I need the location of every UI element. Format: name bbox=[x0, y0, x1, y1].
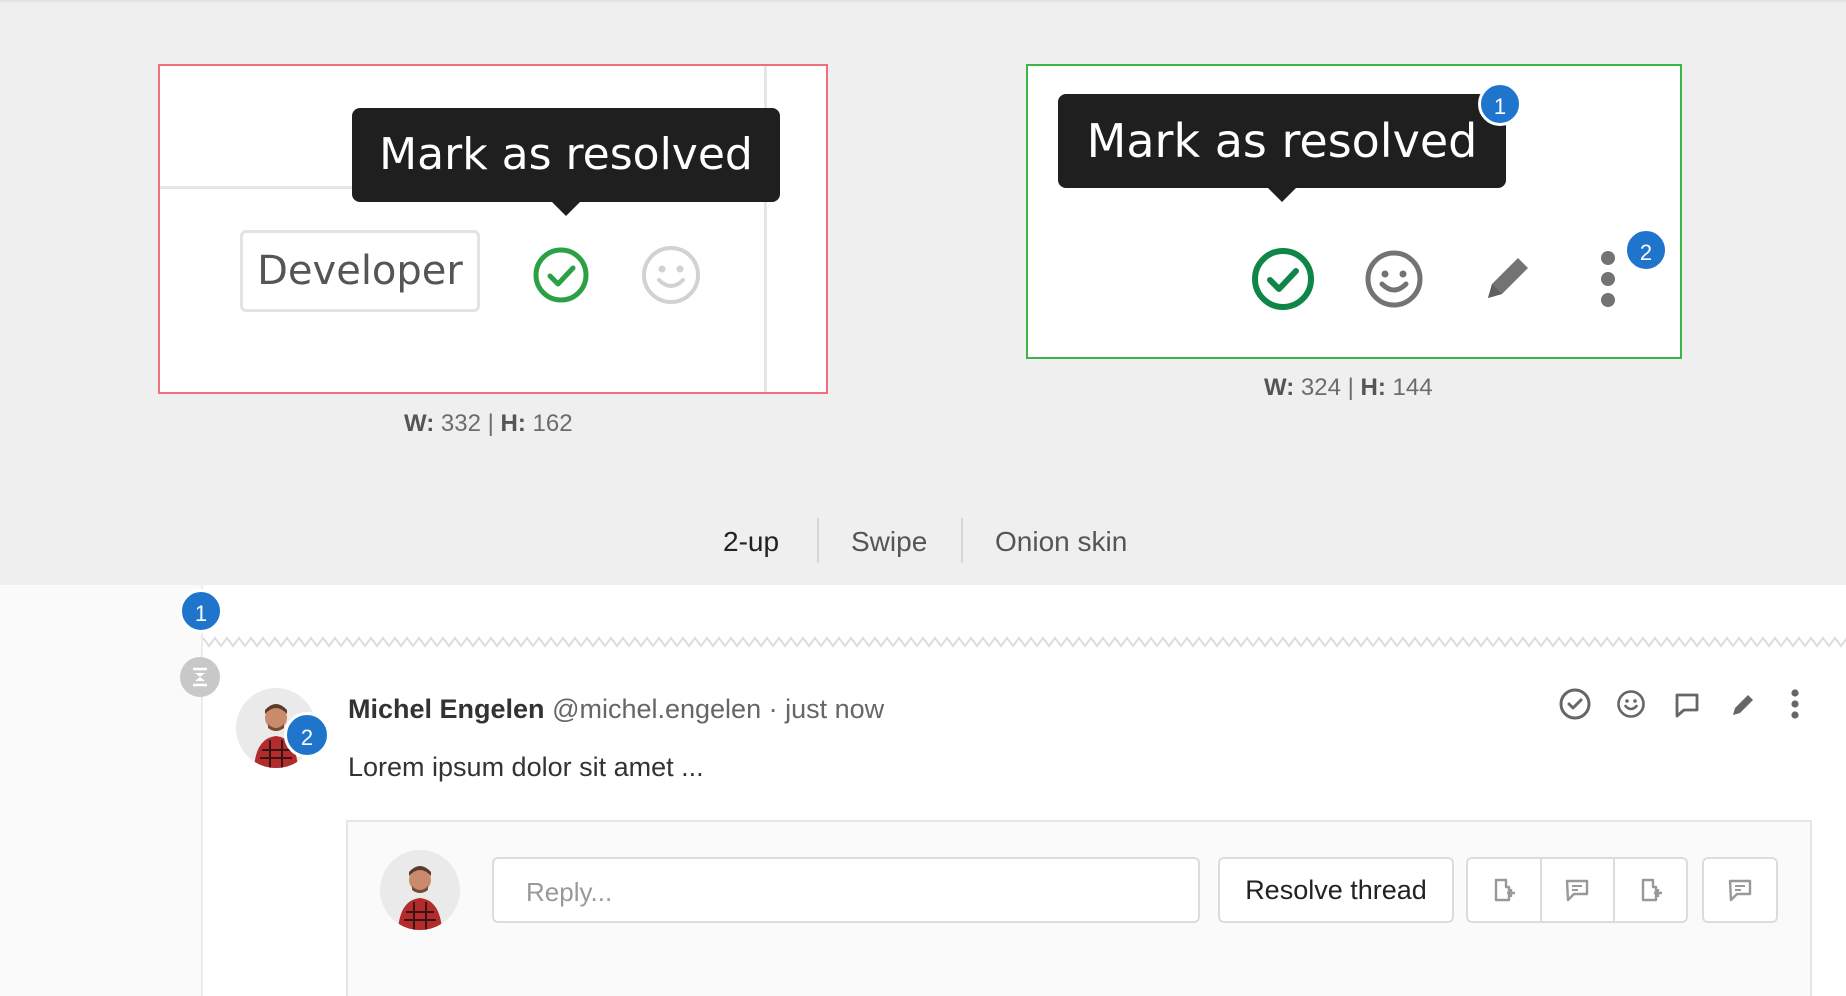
tooltip-mark-as-resolved: Mark as resolved bbox=[1058, 94, 1506, 202]
resolve-check-icon[interactable] bbox=[1556, 685, 1594, 723]
comment-body: Lorem ipsum dolor sit amet ... bbox=[348, 752, 704, 782]
dimension-separator: | bbox=[1347, 374, 1354, 401]
line-gutter bbox=[0, 585, 203, 996]
annotation-badge: 2 bbox=[1624, 228, 1668, 272]
new-image-frame: Mark as resolved bbox=[1026, 64, 1682, 359]
height-label: H: bbox=[500, 410, 526, 437]
dimension-separator: | bbox=[487, 410, 494, 437]
author-handle[interactable]: @michel.engelen bbox=[552, 694, 761, 724]
view-mode-swipe[interactable]: Swipe bbox=[851, 526, 927, 558]
reply-avatar bbox=[380, 850, 460, 930]
issue-actions-group bbox=[1466, 857, 1688, 923]
width-value: 324 bbox=[1300, 374, 1341, 401]
tooltip-text: Mark as resolved bbox=[1086, 114, 1478, 168]
tooltip-mark-as-resolved: Mark as resolved bbox=[352, 108, 780, 216]
smiley-icon bbox=[640, 244, 702, 306]
comment-add-icon[interactable] bbox=[1542, 859, 1616, 921]
resolve-thread-label: Resolve thread bbox=[1245, 875, 1427, 905]
annotation-badge: 1 bbox=[1478, 82, 1522, 126]
tooltip-text: Mark as resolved bbox=[379, 129, 753, 180]
emoji-reaction-icon[interactable] bbox=[1612, 685, 1650, 723]
role-badge: Developer bbox=[240, 230, 480, 312]
smiley-icon bbox=[1364, 249, 1424, 309]
width-label: W: bbox=[1264, 374, 1295, 401]
height-label: H: bbox=[1360, 374, 1386, 401]
view-mode-2up[interactable]: 2-up bbox=[723, 526, 779, 558]
resolve-thread-button[interactable]: Resolve thread bbox=[1218, 857, 1454, 923]
edit-pencil-icon[interactable] bbox=[1724, 686, 1762, 724]
width-label: W: bbox=[404, 410, 435, 437]
reply-comment-icon[interactable] bbox=[1668, 686, 1706, 724]
comment-time: · just now bbox=[768, 694, 885, 724]
author-name[interactable]: Michel Engelen bbox=[348, 694, 545, 724]
more-actions-icon[interactable] bbox=[1776, 685, 1814, 723]
width-value: 332 bbox=[440, 410, 481, 437]
mode-divider bbox=[817, 518, 819, 563]
comment-icon bbox=[1728, 879, 1752, 902]
new-image-dimensions: W: 324 | H: 144 bbox=[1264, 374, 1433, 402]
annotation-badge: 1 bbox=[179, 589, 223, 633]
new-issue-icon[interactable] bbox=[1615, 859, 1686, 921]
comment-header: Michel Engelen @michel.engelen · just no… bbox=[348, 694, 884, 725]
height-value: 162 bbox=[532, 410, 573, 437]
old-image-frame: Mark as resolved Developer bbox=[158, 64, 828, 394]
pencil-icon bbox=[1480, 250, 1536, 306]
comment-icon-button[interactable] bbox=[1702, 857, 1778, 923]
more-vertical-icon bbox=[1598, 249, 1618, 309]
collapse-toggle-icon[interactable] bbox=[180, 657, 220, 697]
check-circle-icon bbox=[1250, 246, 1316, 312]
check-circle-icon bbox=[532, 246, 590, 304]
height-value: 144 bbox=[1392, 374, 1433, 401]
annotation-badge: 2 bbox=[284, 712, 330, 758]
new-issue-icon[interactable] bbox=[1468, 859, 1542, 921]
zigzag-separator bbox=[203, 634, 1846, 650]
view-mode-onion-skin[interactable]: Onion skin bbox=[995, 526, 1127, 558]
old-image-dimensions: W: 332 | H: 162 bbox=[404, 410, 573, 438]
reply-input[interactable]: Reply... bbox=[492, 857, 1200, 923]
mode-divider bbox=[961, 518, 963, 563]
